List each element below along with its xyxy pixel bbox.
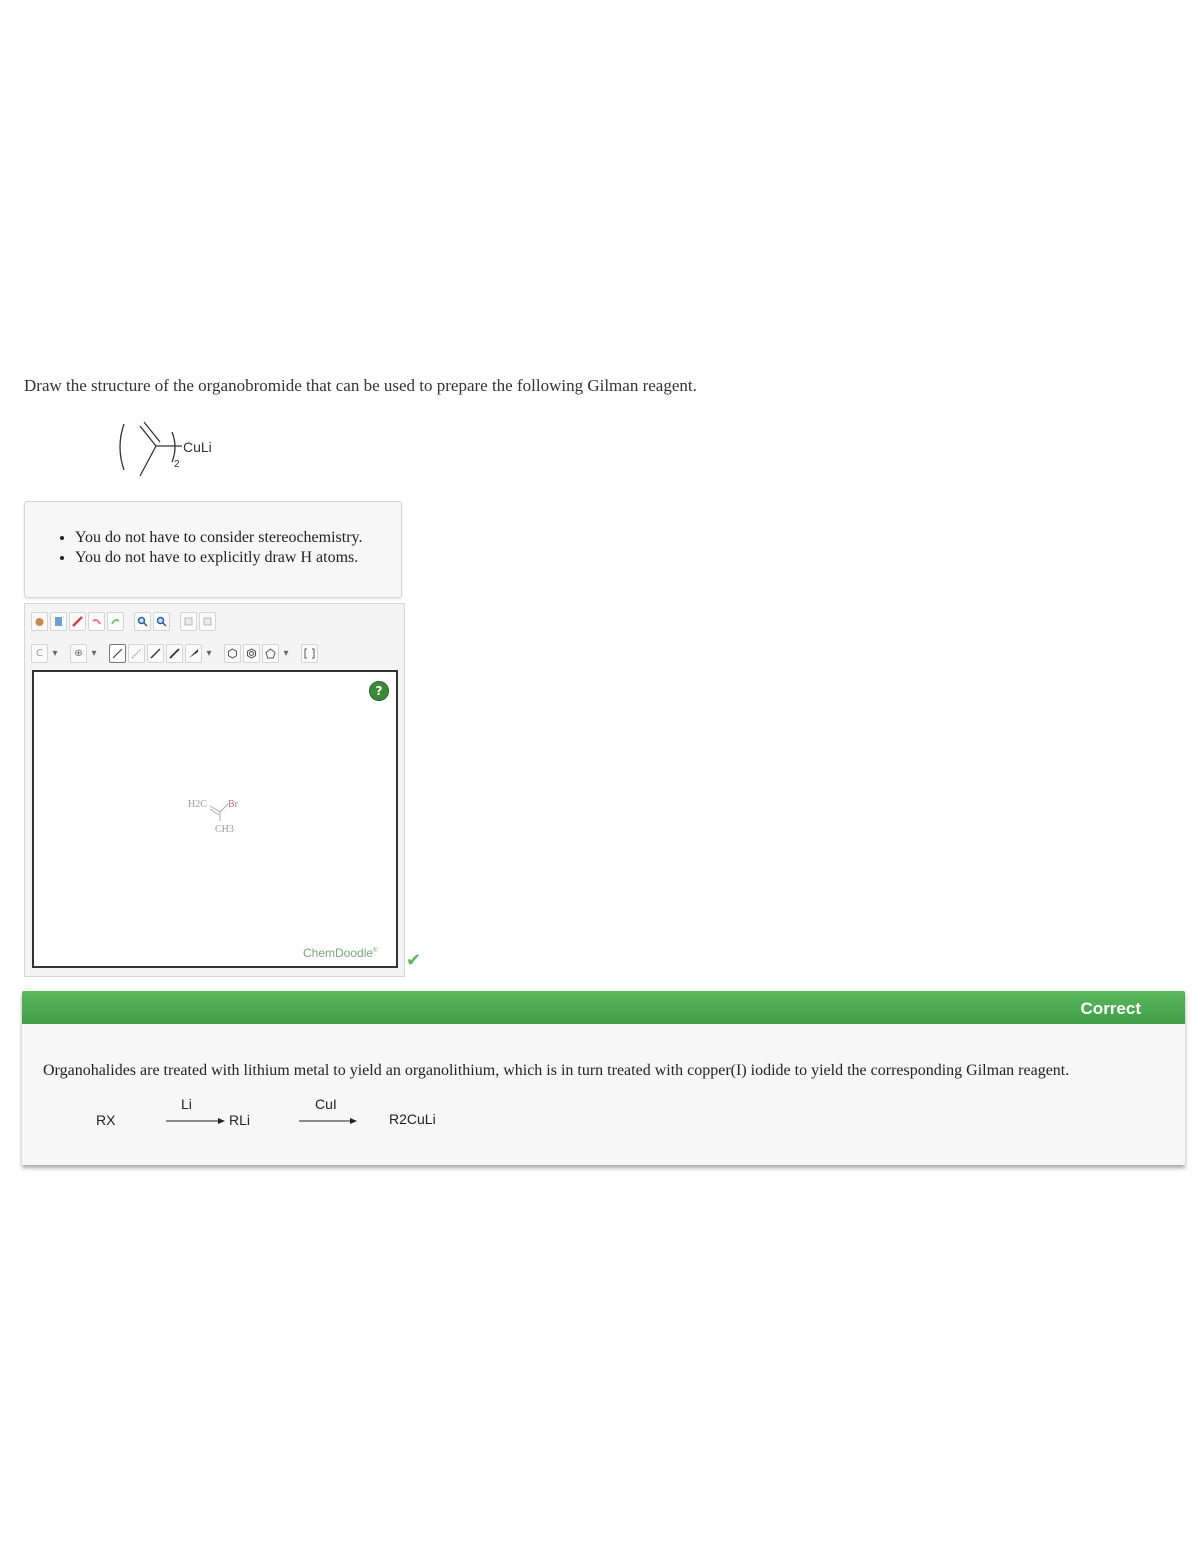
toolbar-bottom: C ▾ ⊕ ▾ ▾ ▾	[31, 644, 320, 663]
drawing-canvas[interactable]: ? H2C Br CH3 ChemDoodle®	[32, 670, 398, 968]
triple-bond-icon[interactable]	[166, 644, 183, 663]
zoom-in-icon[interactable]	[134, 612, 151, 631]
feedback-title: Correct	[1080, 999, 1141, 1018]
atom-selector[interactable]: C	[31, 644, 48, 663]
help-icon[interactable]: ?	[369, 681, 389, 701]
atom-label-h2c: H2C	[188, 799, 207, 810]
eraser-icon[interactable]	[69, 612, 86, 631]
question-prompt: Draw the structure of the organobromide …	[24, 376, 697, 395]
chevron-down-icon[interactable]: ▾	[281, 644, 291, 663]
chevron-down-icon[interactable]: ▾	[204, 644, 214, 663]
reagent-subscript: 2	[174, 459, 180, 470]
hint-item: You do not have to consider stereochemis…	[75, 528, 401, 548]
clean-structure-icon[interactable]	[180, 612, 197, 631]
double-bond-icon[interactable]	[147, 644, 164, 663]
scheme-start: RX	[96, 1112, 116, 1128]
properties-icon[interactable]	[199, 612, 216, 631]
atom-label-ch3: CH3	[215, 824, 234, 835]
gilman-reagent-structure: CuLi 2	[119, 421, 212, 477]
structure-editor: C ▾ ⊕ ▾ ▾ ▾ ? H2C Br CH3 ChemDoodle®	[24, 603, 405, 977]
zoom-out-icon[interactable]	[153, 612, 170, 631]
hexagon-ring-icon[interactable]	[224, 644, 241, 663]
hint-item: You do not have to explicitly draw H ato…	[75, 548, 401, 568]
scheme-reagent-cui: CuI	[315, 1096, 337, 1112]
chevron-down-icon[interactable]: ▾	[50, 644, 60, 663]
chevron-down-icon[interactable]: ▾	[89, 644, 99, 663]
toolbar-top	[31, 612, 218, 631]
hints-box: You do not have to consider stereochemis…	[24, 501, 402, 598]
reaction-scheme: RX Li RLi CuI R2CuLi	[96, 1096, 436, 1128]
pan-hand-icon[interactable]	[31, 612, 48, 631]
undo-icon[interactable]	[88, 612, 105, 631]
recessed-bond-icon[interactable]	[128, 644, 145, 663]
check-icon: ✔	[406, 950, 422, 971]
chemdoodle-logo: ChemDoodle®	[303, 946, 377, 960]
reagent-label: CuLi	[183, 439, 212, 455]
charge-icon[interactable]: ⊕	[70, 644, 87, 663]
brand-mark: ®	[373, 948, 378, 954]
feedback-panel: Correct Organohalides are treated with l…	[22, 991, 1185, 1165]
drawn-molecule: H2C Br CH3	[188, 799, 239, 835]
feedback-explanation: Organohalides are treated with lithium m…	[43, 1062, 1070, 1079]
feedback-header: Correct	[22, 991, 1185, 1024]
scheme-reagent-li: Li	[181, 1096, 192, 1112]
atom-label-br: Br	[228, 799, 239, 810]
benzene-ring-icon[interactable]	[243, 644, 260, 663]
brand-name: ChemDoodle	[303, 946, 374, 960]
scheme-product: R2CuLi	[389, 1111, 436, 1127]
pentagon-ring-icon[interactable]	[262, 644, 279, 663]
redo-icon[interactable]	[107, 612, 124, 631]
single-bond-icon[interactable]	[109, 644, 126, 663]
scheme-middle: RLi	[229, 1112, 250, 1128]
clear-canvas-icon[interactable]	[50, 612, 67, 631]
bracket-icon[interactable]	[301, 644, 318, 663]
wedge-bond-icon[interactable]	[185, 644, 202, 663]
